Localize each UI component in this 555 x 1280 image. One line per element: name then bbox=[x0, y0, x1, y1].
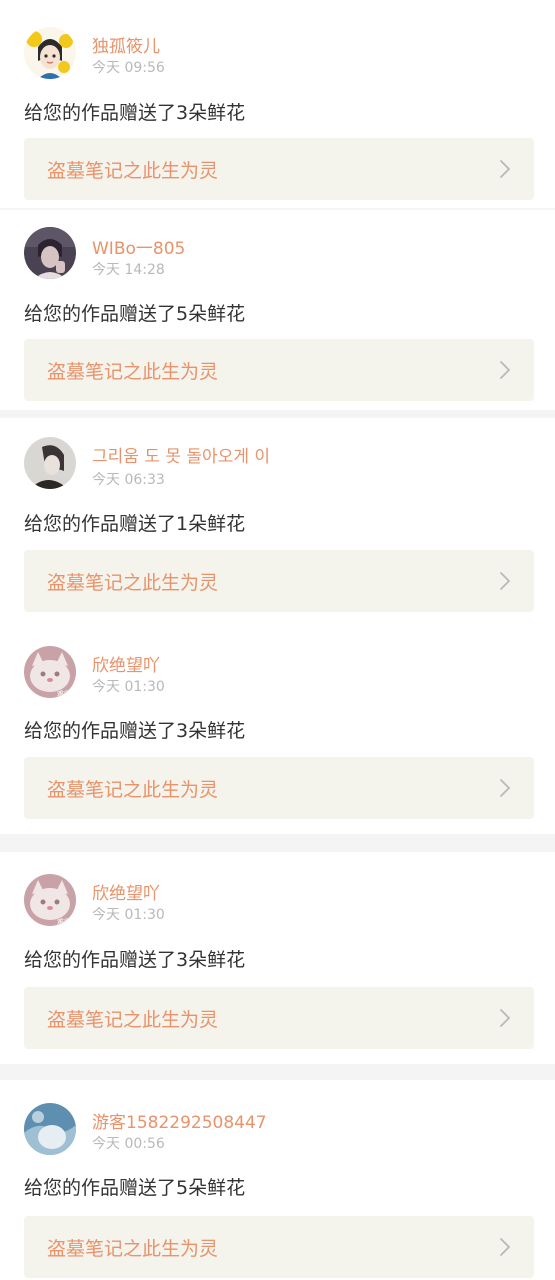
chevron-right-icon bbox=[500, 1009, 510, 1027]
chevron-right-icon bbox=[500, 361, 510, 379]
gift-message: 给您的作品赠送了5朵鲜花 bbox=[24, 1177, 246, 1199]
gift-message: 给您的作品赠送了3朵鲜花 bbox=[24, 720, 246, 742]
timestamp: 今天 06:33 bbox=[92, 472, 165, 488]
avatar[interactable]: 难师 bbox=[24, 874, 76, 926]
svg-text:难师: 难师 bbox=[57, 689, 71, 698]
chevron-right-icon bbox=[500, 779, 510, 797]
avatar-photo-icon bbox=[24, 227, 76, 279]
avatar-cat-icon: 难师 bbox=[24, 874, 76, 926]
gift-message: 给您的作品赠送了3朵鲜花 bbox=[24, 102, 246, 124]
gift-notification-card: WIBo一805 今天 14:28 给您的作品赠送了5朵鲜花 盗墓笔记之此生为灵 bbox=[0, 210, 555, 410]
timestamp: 今天 14:28 bbox=[92, 262, 165, 278]
chevron-right-icon bbox=[500, 572, 510, 590]
work-title: 盗墓笔记之此生为灵 bbox=[47, 1009, 219, 1031]
avatar-scenery-icon bbox=[24, 1103, 76, 1155]
work-title: 盗墓笔记之此生为灵 bbox=[47, 361, 219, 383]
avatar[interactable] bbox=[24, 1103, 76, 1155]
gift-notification-card: 그리움 도 못 돌아오게 이 今天 06:33 给您的作品赠送了1朵鲜花 盗墓笔… bbox=[0, 418, 555, 624]
chevron-right-icon bbox=[500, 160, 510, 178]
gift-notification-card: 游客1582292508447 今天 00:56 给您的作品赠送了5朵鲜花 盗墓… bbox=[0, 1080, 555, 1280]
work-link[interactable]: 盗墓笔记之此生为灵 bbox=[24, 1216, 534, 1278]
timestamp: 今天 09:56 bbox=[92, 60, 165, 76]
work-title: 盗墓笔记之此生为灵 bbox=[47, 572, 219, 594]
work-link[interactable]: 盗墓笔记之此生为灵 bbox=[24, 138, 534, 200]
username[interactable]: 欣绝望吖 bbox=[92, 651, 160, 676]
avatar[interactable] bbox=[24, 27, 76, 79]
avatar[interactable]: 难师 bbox=[24, 646, 76, 698]
avatar[interactable] bbox=[24, 227, 76, 279]
gift-message: 给您的作品赠送了5朵鲜花 bbox=[24, 303, 246, 325]
avatar-cat-icon: 难师 bbox=[24, 646, 76, 698]
gift-message: 给您的作品赠送了3朵鲜花 bbox=[24, 949, 246, 971]
gift-notification-feed: 独孤筱儿 今天 09:56 给您的作品赠送了3朵鲜花 盗墓笔记之此生为灵 WIB… bbox=[0, 0, 555, 1280]
work-link[interactable]: 盗墓笔记之此生为灵 bbox=[24, 339, 534, 401]
avatar[interactable] bbox=[24, 437, 76, 489]
gift-notification-card: 独孤筱儿 今天 09:56 给您的作品赠送了3朵鲜花 盗墓笔记之此生为灵 bbox=[0, 0, 555, 208]
work-title: 盗墓笔记之此生为灵 bbox=[47, 1238, 219, 1260]
work-title: 盗墓笔记之此生为灵 bbox=[47, 160, 219, 182]
username[interactable]: 欣绝望吖 bbox=[92, 879, 160, 904]
avatar-photo-icon bbox=[24, 437, 76, 489]
gift-message: 给您的作品赠送了1朵鲜花 bbox=[24, 513, 246, 535]
work-title: 盗墓笔记之此生为灵 bbox=[47, 779, 219, 801]
timestamp: 今天 01:30 bbox=[92, 907, 165, 923]
username[interactable]: 그리움 도 못 돌아오게 이 bbox=[92, 442, 270, 467]
chevron-right-icon bbox=[500, 1238, 510, 1256]
work-link[interactable]: 盗墓笔记之此生为灵 bbox=[24, 550, 534, 612]
timestamp: 今天 01:30 bbox=[92, 679, 165, 695]
gift-notification-card: 难师 欣绝望吖 今天 01:30 给您的作品赠送了3朵鲜花 盗墓笔记之此生为灵 bbox=[0, 852, 555, 1064]
svg-text:难师: 难师 bbox=[57, 917, 71, 926]
avatar-cartoon-icon bbox=[24, 27, 76, 79]
username[interactable]: 独孤筱儿 bbox=[92, 32, 160, 57]
gift-notification-card: 难师 欣绝望吖 今天 01:30 给您的作品赠送了3朵鲜花 盗墓笔记之此生为灵 bbox=[0, 624, 555, 834]
work-link[interactable]: 盗墓笔记之此生为灵 bbox=[24, 757, 534, 819]
work-link[interactable]: 盗墓笔记之此生为灵 bbox=[24, 987, 534, 1049]
username[interactable]: 游客1582292508447 bbox=[92, 1108, 267, 1133]
username[interactable]: WIBo一805 bbox=[92, 234, 185, 259]
timestamp: 今天 00:56 bbox=[92, 1136, 165, 1152]
